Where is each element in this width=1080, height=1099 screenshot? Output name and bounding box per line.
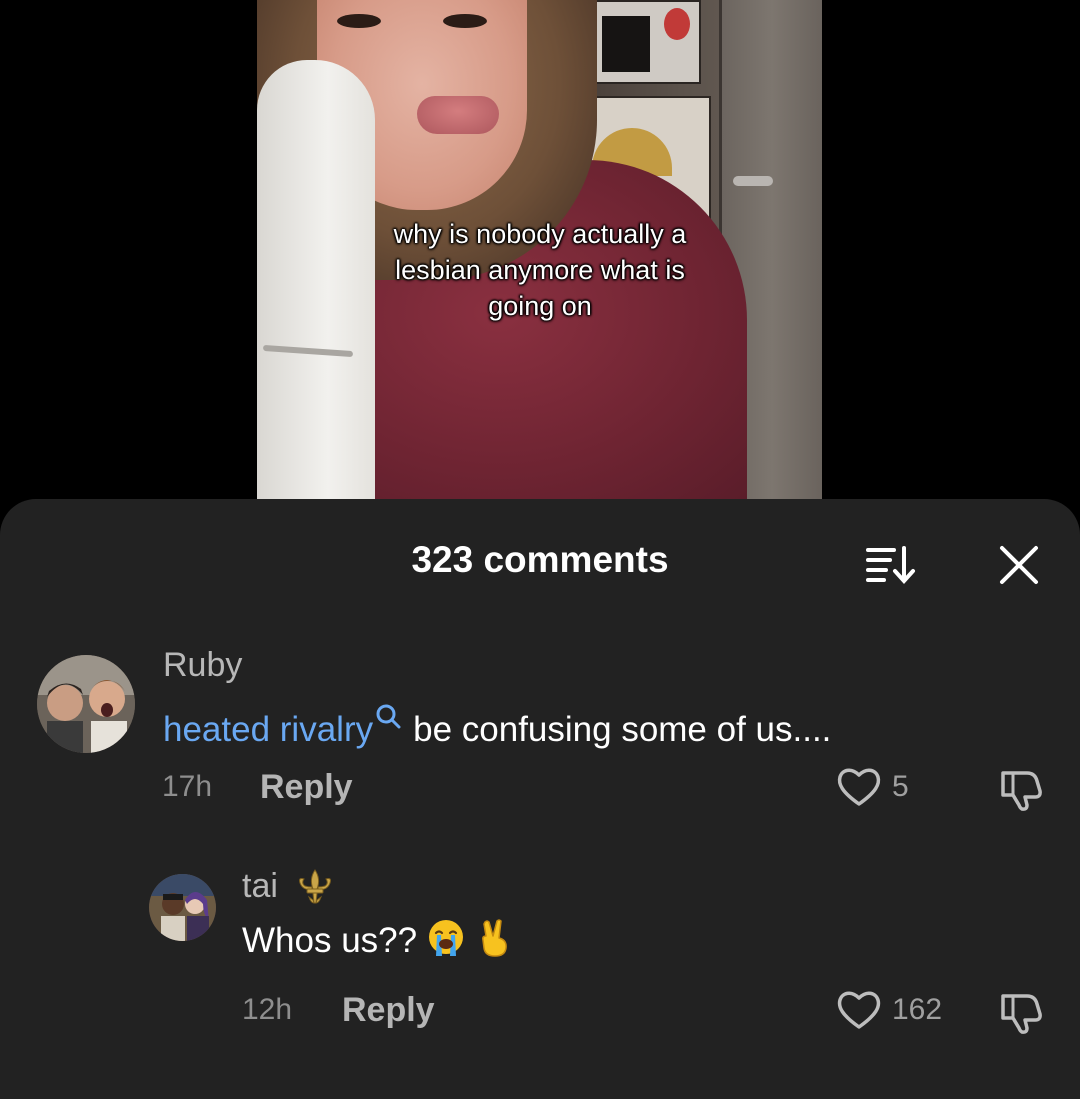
- like-count: 5: [892, 770, 909, 803]
- video-caption: why is nobody actually a lesbian anymore…: [0, 216, 1080, 324]
- comments-count-title: 323 comments: [411, 539, 669, 580]
- fleur-de-lis-icon: [295, 867, 335, 907]
- like-button[interactable]: 162: [836, 987, 942, 1033]
- comment-timestamp: 12h: [242, 993, 293, 1026]
- wall-poster: [582, 0, 701, 84]
- person-lips: [417, 96, 499, 134]
- victory-hand-icon: [475, 918, 513, 958]
- door-handle: [733, 176, 773, 186]
- reply-button[interactable]: Reply: [342, 990, 435, 1030]
- sort-descending-icon[interactable]: [862, 540, 918, 588]
- video-caption-text: why is nobody actually a lesbian anymore…: [393, 219, 687, 321]
- dislike-icon[interactable]: [997, 765, 1045, 813]
- video-player[interactable]: why is nobody actually a lesbian anymore…: [0, 0, 1080, 500]
- comment-text: Whos us??: [242, 918, 513, 963]
- person-eye: [443, 14, 487, 28]
- reply-button[interactable]: Reply: [260, 767, 353, 807]
- heart-icon[interactable]: [836, 987, 882, 1033]
- comment-timestamp: 17h: [162, 770, 213, 803]
- comment-body: be confusing some of us....: [413, 710, 832, 749]
- like-button[interactable]: 5: [836, 764, 909, 810]
- search-tag-link[interactable]: heated rivalry: [163, 710, 373, 749]
- search-icon[interactable]: [375, 696, 401, 729]
- avatar[interactable]: [37, 655, 135, 753]
- like-count: 162: [892, 993, 943, 1026]
- close-icon[interactable]: [994, 540, 1044, 590]
- comment-text: heated rivalry be confusing some of us...…: [163, 696, 831, 752]
- dislike-icon[interactable]: [997, 988, 1045, 1036]
- loudly-crying-face-icon: [427, 918, 465, 958]
- comment-body: Whos us??: [242, 921, 418, 960]
- heart-icon[interactable]: [836, 764, 882, 810]
- person-eye: [337, 14, 381, 28]
- avatar[interactable]: [149, 874, 216, 941]
- comment-username[interactable]: tai: [242, 866, 278, 906]
- comment-username[interactable]: Ruby: [163, 645, 242, 685]
